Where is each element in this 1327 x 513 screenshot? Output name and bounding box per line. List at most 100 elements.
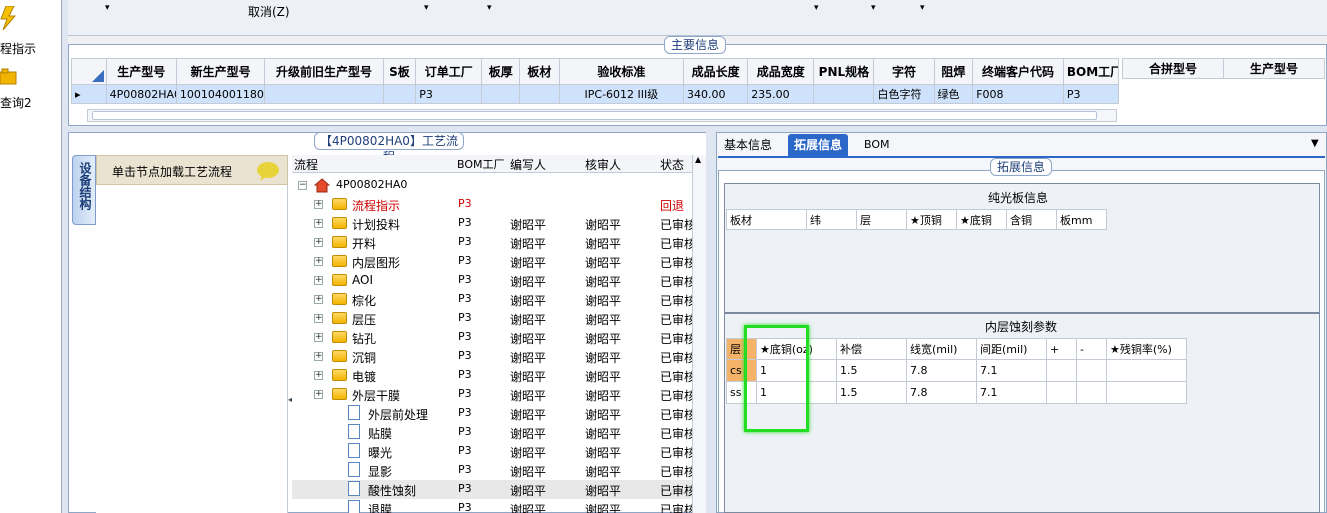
expand-icon[interactable]: + — [314, 314, 323, 323]
table-cell[interactable]: 7.1 — [976, 359, 1047, 382]
column-header[interactable]: - — [1076, 338, 1107, 360]
column-header[interactable]: 成品长度 — [683, 58, 749, 85]
table-cell[interactable] — [1046, 359, 1077, 382]
column-header[interactable]: 纬 — [806, 209, 857, 230]
tree-row[interactable]: + 沉铜 P3 谢昭平 谢昭平 已审核 — [292, 347, 692, 366]
column-header[interactable]: 线宽(mil) — [906, 338, 977, 360]
column-header[interactable]: 终端客户代码 — [972, 58, 1064, 85]
column-header[interactable]: 生产型号 — [1223, 58, 1325, 79]
tree-row[interactable]: 显影 P3 谢昭平 谢昭平 已审核 — [292, 461, 692, 480]
column-header[interactable]: 层 — [856, 209, 907, 230]
horizontal-scrollbar[interactable] — [87, 109, 1117, 122]
tree-scrollbar[interactable]: ▲ — [692, 155, 706, 513]
table-cell[interactable]: 绿色 — [933, 84, 974, 104]
table-cell[interactable]: 7.8 — [906, 381, 977, 404]
tree-row[interactable]: 贴膜 P3 谢昭平 谢昭平 已审核 — [292, 423, 692, 442]
tree-row[interactable]: + 计划投料 P3 谢昭平 谢昭平 已审核 — [292, 214, 692, 233]
table-cell[interactable] — [519, 84, 560, 104]
tree-row[interactable]: + 钻孔 P3 谢昭平 谢昭平 已审核 — [292, 328, 692, 347]
tab-basic-info[interactable]: 基本信息 — [718, 134, 778, 156]
column-header[interactable]: 合拼型号 — [1122, 58, 1224, 79]
tab-extended-info[interactable]: 拓展信息 — [788, 134, 849, 156]
expand-icon[interactable]: + — [314, 200, 323, 209]
chevron-down-icon[interactable]: ▾ — [814, 3, 819, 13]
table-cell[interactable] — [1076, 381, 1107, 404]
tree-row[interactable]: + 层压 P3 谢昭平 谢昭平 已审核 — [292, 309, 692, 328]
table-cell[interactable]: P3 — [415, 84, 483, 104]
table-cell[interactable]: 4P00802HA0 — [105, 84, 177, 104]
expand-icon[interactable]: + — [314, 352, 323, 361]
column-header[interactable]: 板材 — [519, 58, 560, 85]
scroll-up-icon[interactable]: ▲ — [695, 155, 701, 164]
table-cell[interactable] — [813, 84, 875, 104]
expand-icon[interactable]: + — [314, 238, 323, 247]
table-cell[interactable] — [1106, 381, 1187, 404]
table-row[interactable]: ▸ 4P00802HA0 10010400118060 P3 IPC-6012 … — [71, 84, 1120, 104]
table-cell[interactable] — [1076, 359, 1107, 382]
column-header[interactable]: + — [1046, 338, 1077, 360]
tree-row[interactable]: + 棕化 P3 谢昭平 谢昭平 已审核 — [292, 290, 692, 309]
table-cell[interactable]: F008 — [972, 84, 1064, 104]
nav-item-label[interactable]: 查询2 — [0, 94, 32, 111]
table-cell[interactable]: 7.8 — [906, 359, 977, 382]
column-header[interactable]: PNL规格 — [813, 58, 875, 85]
column-header[interactable]: 补偿 — [836, 338, 907, 360]
table-cell[interactable] — [1046, 381, 1077, 404]
tree-row[interactable]: + 内层图形 P3 谢昭平 谢昭平 已审核 — [292, 252, 692, 271]
table-cell[interactable] — [382, 84, 417, 104]
column-header[interactable]: 状态 — [660, 156, 684, 173]
lightning-icon[interactable] — [0, 5, 17, 31]
cancel-button[interactable]: 取消(Z) — [248, 3, 290, 20]
folder-open-icon[interactable] — [0, 66, 18, 86]
side-tab-device-structure[interactable]: 设备结构 — [72, 155, 96, 225]
column-header[interactable]: 阻焊 — [933, 58, 974, 85]
tree-row[interactable]: 酸性蚀刻 P3 谢昭平 谢昭平 已审核 — [292, 480, 692, 499]
table-cell[interactable]: 1.5 — [836, 359, 907, 382]
column-header[interactable]: 新生产型号 — [175, 58, 266, 85]
table-cell[interactable] — [264, 84, 384, 104]
tree-row[interactable]: 曝光 P3 谢昭平 谢昭平 已审核 — [292, 442, 692, 461]
tree-row[interactable]: + 外层干膜 P3 谢昭平 谢昭平 已审核 — [292, 385, 692, 404]
table-cell[interactable] — [481, 84, 521, 104]
splitter-grip[interactable] — [706, 132, 716, 513]
expand-icon[interactable]: + — [314, 219, 323, 228]
expand-icon[interactable]: + — [314, 390, 323, 399]
column-header[interactable]: 字符 — [873, 58, 935, 85]
tree-row[interactable]: 退膜 P3 谢昭平 谢昭平 已审核 — [292, 499, 692, 513]
column-header[interactable]: 生产型号 — [105, 58, 177, 85]
tree-row[interactable]: + 开料 P3 谢昭平 谢昭平 已审核 — [292, 233, 692, 252]
tree-row[interactable]: + 流程指示 P3 回退 — [292, 195, 692, 214]
nav-item-label[interactable]: 程指示 — [0, 40, 36, 57]
column-header[interactable]: 流程 — [294, 156, 318, 173]
column-header[interactable]: BOM工厂 — [1062, 58, 1120, 85]
expand-icon[interactable]: + — [314, 295, 323, 304]
expand-icon[interactable]: + — [314, 371, 323, 380]
expand-icon[interactable]: + — [314, 276, 323, 285]
chevron-down-icon[interactable]: ▾ — [920, 3, 925, 13]
column-header[interactable]: 板材 — [726, 209, 807, 230]
column-header[interactable]: 成品宽度 — [747, 58, 815, 85]
expand-icon[interactable]: + — [314, 257, 323, 266]
chevron-down-icon[interactable]: ▾ — [105, 3, 110, 13]
column-header[interactable]: 含铜 — [1006, 209, 1057, 230]
tree-root[interactable]: − 4P00802HA0 — [292, 176, 692, 195]
sort-corner-icon[interactable] — [71, 58, 107, 85]
expand-icon[interactable]: + — [314, 333, 323, 342]
column-header[interactable]: 订单工厂 — [415, 58, 483, 85]
scroll-thumb[interactable] — [92, 111, 1097, 120]
chevron-down-icon[interactable]: ▾ — [424, 3, 429, 13]
table-cell[interactable]: 10010400118060 — [175, 84, 266, 104]
tree-row[interactable]: 外层前处理 P3 谢昭平 谢昭平 已审核 — [292, 404, 692, 423]
table-cell[interactable]: 1.5 — [836, 381, 907, 404]
tab-dropdown-icon[interactable]: ▼ — [1311, 138, 1319, 149]
chevron-down-icon[interactable]: ▾ — [487, 3, 492, 13]
collapse-icon[interactable]: − — [298, 181, 307, 190]
column-header[interactable]: S板 — [382, 58, 417, 85]
chevron-down-icon[interactable]: ▾ — [871, 3, 876, 13]
column-header[interactable]: ★底铜 — [956, 209, 1007, 230]
column-header[interactable]: 核审人 — [585, 156, 621, 173]
column-header[interactable]: 间距(mil) — [976, 338, 1047, 360]
column-header[interactable]: 编写人 — [510, 156, 546, 173]
tree-row[interactable]: + AOI P3 谢昭平 谢昭平 已审核 — [292, 271, 692, 290]
column-header[interactable]: 板厚 — [481, 58, 521, 85]
